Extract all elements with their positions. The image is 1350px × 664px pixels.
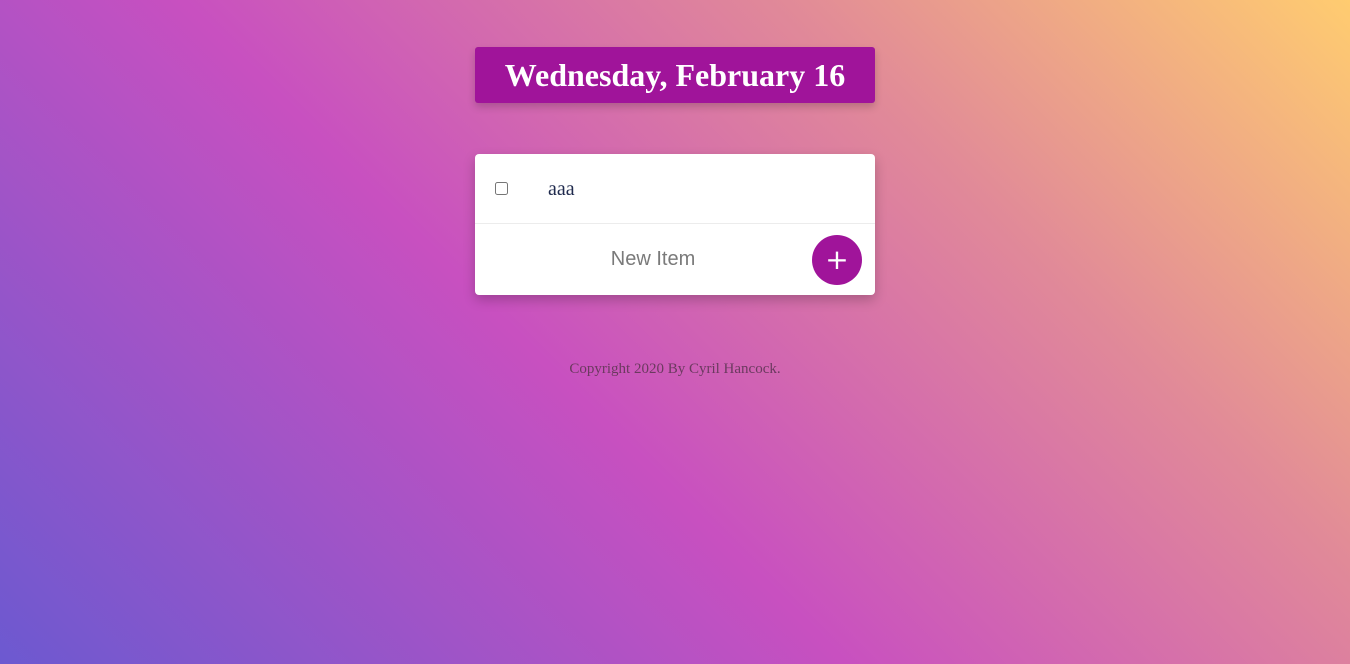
- item-checkbox[interactable]: [495, 182, 508, 195]
- new-item-form: +: [475, 224, 875, 295]
- new-item-input[interactable]: [495, 242, 811, 276]
- list-item: aaa: [475, 154, 875, 224]
- copyright-footer: Copyright 2020 By Cyril Hancock.: [569, 361, 781, 377]
- date-heading-box: Wednesday, February 16: [475, 47, 875, 103]
- todo-list-card: aaa +: [475, 154, 875, 295]
- page-title: Wednesday, February 16: [504, 57, 846, 93]
- item-label: aaa: [548, 178, 575, 200]
- add-item-button[interactable]: +: [812, 235, 862, 285]
